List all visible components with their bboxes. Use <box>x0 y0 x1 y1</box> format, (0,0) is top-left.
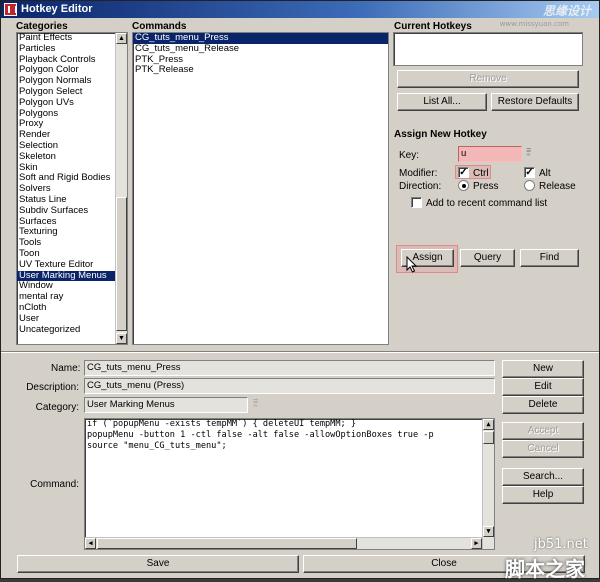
cmd-scroll-thumb[interactable] <box>483 431 494 444</box>
command-editor[interactable]: if (`popupMenu -exists tempMM`) { delete… <box>84 418 495 550</box>
press-label: Press <box>473 181 499 192</box>
list-all-button[interactable]: List All... <box>397 93 487 111</box>
watermark-url: www.missyuan.com <box>499 20 569 28</box>
category-item[interactable]: UV Texture Editor <box>17 259 127 271</box>
title-bar[interactable]: Hotkey Editor 思缘设计 <box>1 1 599 18</box>
direction-label: Direction: <box>399 181 442 192</box>
search-button[interactable]: Search... <box>502 468 584 486</box>
scroll-thumb[interactable] <box>116 197 127 331</box>
key-input[interactable]: u <box>458 146 522 162</box>
find-button[interactable]: Find <box>520 249 579 267</box>
scroll-down-icon[interactable]: ▼ <box>116 333 127 344</box>
command-item[interactable]: CG_tuts_menu_Release <box>133 43 388 55</box>
scroll-up-icon[interactable]: ▲ <box>116 33 127 44</box>
cmd-scroll-down-icon[interactable]: ▼ <box>483 526 494 537</box>
name-field[interactable]: CG_tuts_menu_Press <box>84 360 495 376</box>
command-line: popupMenu -button 1 -ctl false -alt fals… <box>87 430 434 440</box>
recent-command-checkbox[interactable] <box>411 197 422 208</box>
press-radio[interactable] <box>458 180 469 191</box>
command-label: Command: <box>30 479 79 490</box>
save-button[interactable]: Save <box>17 555 299 573</box>
category-item[interactable]: User <box>17 313 127 325</box>
remove-button[interactable]: Remove <box>397 70 579 88</box>
command-line: if (`popupMenu -exists tempMM`) { delete… <box>87 419 357 429</box>
mouse-pointer-icon <box>406 256 418 273</box>
help-button[interactable]: Help <box>502 486 584 504</box>
description-label: Description: <box>26 382 79 393</box>
name-label: Name: <box>51 363 81 374</box>
separator <box>1 351 599 353</box>
description-field[interactable]: CG_tuts_menu (Press) <box>84 378 495 394</box>
category-label: Category: <box>35 402 79 413</box>
recent-command-label: Add to recent command list <box>426 198 548 209</box>
ctrl-label: Ctrl <box>473 168 489 179</box>
category-item[interactable]: Particles <box>17 43 127 55</box>
categories-list[interactable]: Paint Effects Particles Playback Controls P… <box>16 32 128 345</box>
cmd-scroll-up-icon[interactable]: ▲ <box>483 419 494 430</box>
command-item[interactable]: PTK_Release <box>133 65 388 76</box>
categories-scrollbar[interactable]: ▲ ▼ <box>115 33 127 344</box>
delete-button[interactable]: Delete <box>502 396 584 414</box>
edit-button[interactable]: Edit <box>502 378 584 396</box>
assign-new-hotkey-header: Assign New Hotkey <box>394 129 487 140</box>
key-label: Key: <box>399 150 420 161</box>
ctrl-checkbox[interactable]: ✓ <box>458 167 469 178</box>
categories-items: Paint Effects Particles Playback Controls P… <box>17 33 127 335</box>
category-item[interactable]: Subdiv Surfaces <box>17 205 127 217</box>
category-item[interactable]: Polygon UVs <box>17 97 127 109</box>
current-hotkeys-header: Current Hotkeys <box>394 21 472 32</box>
categories-header: Categories <box>16 21 68 32</box>
key-dropdown-icon[interactable]: ≡ ⁼ <box>526 146 531 161</box>
maya-app-icon <box>4 3 17 16</box>
command-lines: if (`popupMenu -exists tempMM`) { delete… <box>85 419 494 452</box>
current-hotkeys-list[interactable] <box>393 32 583 66</box>
command-vscrollbar[interactable]: ▲ ▼ <box>482 419 494 549</box>
cancel-button[interactable]: Cancel <box>502 440 584 458</box>
new-button[interactable]: New <box>502 360 584 378</box>
commands-header: Commands <box>132 21 187 32</box>
site-watermark-cn: 脚本之家 <box>505 559 585 581</box>
command-hscrollbar[interactable]: ◀ ▶ <box>85 537 482 549</box>
accept-button[interactable]: Accept <box>502 422 584 440</box>
site-watermark: jb51.net <box>534 537 588 552</box>
alt-label: Alt <box>539 168 551 179</box>
query-button[interactable]: Query <box>460 249 515 267</box>
release-radio[interactable] <box>524 180 535 191</box>
category-dropdown-icon[interactable]: ≡ ⁼ <box>253 397 258 412</box>
commands-items: CG_tuts_menu_Press CG_tuts_menu_Release PT… <box>133 33 388 76</box>
watermark-logo: 思缘设计 <box>542 4 591 18</box>
cmd-scroll-left-icon[interactable]: ◀ <box>85 538 96 549</box>
hotkey-editor-window: Hotkey Editor 思缘设计 www.missyuan.com Cate… <box>0 0 600 581</box>
commands-list[interactable]: CG_tuts_menu_Press CG_tuts_menu_Release PT… <box>132 32 389 345</box>
category-item[interactable]: Skeleton <box>17 151 127 163</box>
cmd-hscroll-thumb[interactable] <box>97 538 357 549</box>
category-item[interactable]: Uncategorized <box>17 324 127 336</box>
alt-checkbox[interactable]: ✓ <box>524 167 535 178</box>
modifier-label: Modifier: <box>399 168 438 179</box>
cmd-scroll-right-icon[interactable]: ▶ <box>471 538 482 549</box>
command-line: source "menu_CG_tuts_menu"; <box>87 441 227 451</box>
category-field[interactable]: User Marking Menus <box>84 397 248 413</box>
window-title: Hotkey Editor <box>21 3 93 15</box>
release-label: Release <box>539 181 576 192</box>
restore-defaults-button[interactable]: Restore Defaults <box>491 93 579 111</box>
